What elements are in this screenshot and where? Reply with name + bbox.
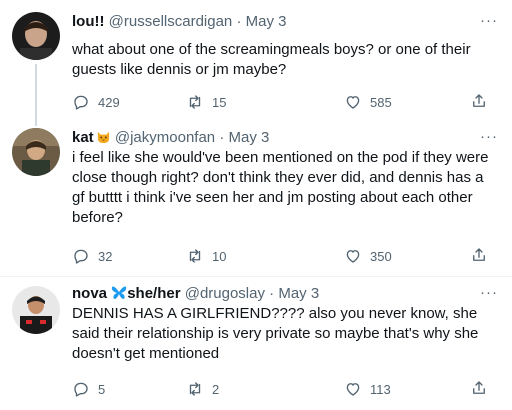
user-handle[interactable]: @russellscardigan — [109, 13, 233, 30]
reply-icon — [74, 95, 88, 110]
tweet-header: lou!! @russellscardigan · May 3 — [72, 12, 472, 32]
avatar[interactable] — [12, 12, 60, 60]
more-options-icon[interactable]: ··· — [480, 129, 498, 144]
display-name[interactable]: lou!! — [72, 13, 104, 30]
reply-count: 32 — [98, 248, 113, 264]
share-button[interactable] — [470, 379, 488, 402]
like-count: 585 — [370, 94, 392, 110]
retweet-icon — [189, 249, 201, 263]
retweet-icon — [189, 382, 201, 396]
like-count: 113 — [370, 381, 391, 397]
avatar[interactable] — [12, 128, 60, 176]
pronouns: she/her — [127, 285, 181, 302]
display-name[interactable]: kat — [72, 129, 94, 146]
tweet-2[interactable]: kat @jakymoonfan · May 3 ··· i feel like… — [0, 124, 512, 276]
share-button[interactable] — [470, 92, 488, 115]
tweet-1[interactable]: lou!! @russellscardigan · May 3 ··· what… — [0, 0, 512, 126]
retweet-button[interactable]: 10 — [186, 246, 226, 266]
reply-icon — [74, 249, 88, 264]
like-count: 350 — [370, 248, 392, 264]
tweet-text: i feel like she would've been mentioned … — [72, 149, 489, 226]
retweet-button[interactable]: 2 — [186, 379, 219, 399]
separator-dot: · — [269, 285, 275, 302]
retweet-button[interactable]: 15 — [186, 92, 226, 112]
share-icon — [473, 381, 485, 394]
tweet-3[interactable]: nova she/her @drugoslay · May 3 ··· DENN… — [0, 276, 512, 410]
reply-button[interactable]: 5 — [72, 379, 105, 399]
reply-button[interactable]: 429 — [72, 92, 120, 112]
reply-count: 5 — [98, 381, 106, 397]
separator-dot: · — [236, 13, 242, 30]
separator-dot: · — [219, 129, 225, 146]
reply-icon — [74, 382, 88, 397]
heart-icon — [346, 96, 360, 109]
cat-face-emoji-icon — [96, 129, 111, 144]
like-button[interactable]: 113 — [344, 379, 391, 399]
retweet-count: 15 — [212, 94, 227, 110]
butterfly-emoji-icon — [111, 285, 127, 300]
tweet-header: nova she/her @drugoslay · May 3 — [72, 284, 472, 304]
heart-icon — [346, 383, 360, 396]
tweet-text: DENNIS HAS A GIRLFRIEND???? also you nev… — [72, 305, 479, 362]
reply-count: 429 — [98, 94, 120, 110]
heart-icon — [346, 250, 360, 263]
tweet-actions: 5 2 113 — [72, 379, 500, 399]
share-button[interactable] — [470, 246, 488, 269]
more-options-icon[interactable]: ··· — [480, 285, 498, 300]
tweet-actions: 32 10 350 — [72, 246, 500, 266]
share-icon — [473, 248, 485, 261]
tweet-date[interactable]: May 3 — [278, 285, 319, 302]
tweet-actions: 429 15 585 — [72, 92, 500, 112]
tweet-header: kat @jakymoonfan · May 3 — [72, 128, 472, 148]
tweet-text: what about one of the screamingmeals boy… — [72, 41, 471, 78]
user-handle[interactable]: @drugoslay — [185, 285, 265, 302]
more-options-icon[interactable]: ··· — [480, 13, 498, 28]
like-button[interactable]: 585 — [344, 92, 392, 112]
like-button[interactable]: 350 — [344, 246, 392, 266]
user-handle[interactable]: @jakymoonfan — [115, 129, 215, 146]
reply-button[interactable]: 32 — [72, 246, 112, 266]
tweet-date[interactable]: May 3 — [246, 13, 287, 30]
retweet-count: 2 — [212, 381, 220, 397]
retweet-count: 10 — [212, 248, 227, 264]
share-icon — [473, 94, 485, 107]
retweet-icon — [189, 95, 201, 109]
display-name[interactable]: nova — [72, 285, 107, 302]
thread-line — [35, 64, 37, 126]
avatar[interactable] — [12, 286, 60, 334]
tweet-date[interactable]: May 3 — [228, 129, 269, 146]
